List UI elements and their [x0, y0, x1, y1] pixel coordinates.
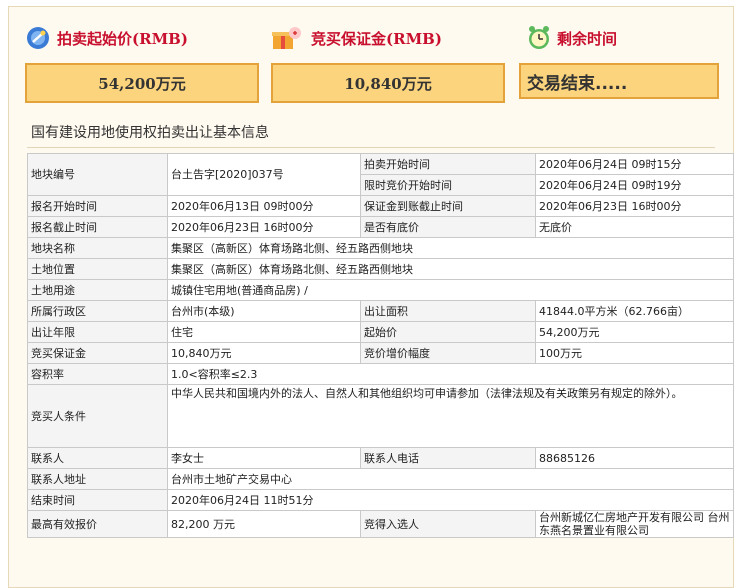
remaining-time-header: 剩余时间 [527, 25, 617, 51]
deposit-table-label: 竞买保证金 [27, 342, 168, 364]
deposit-deadline-value: 2020年06月23日 16时00分 [535, 195, 734, 217]
auction-start-label: 拍卖开始时间 [360, 153, 536, 175]
table-row: 所属行政区 台州市(本级) 出让面积 41844.0平方米（62.766亩） [27, 300, 734, 322]
table-row: 报名截止时间 2020年06月23日 16时00分 是否有底价 无底价 [27, 216, 734, 238]
reg-start-label: 报名开始时间 [27, 195, 168, 217]
term-label: 出让年限 [27, 321, 168, 343]
reg-end-value: 2020年06月23日 16时00分 [167, 216, 361, 238]
winner-label: 竞得入选人 [360, 510, 536, 538]
table-row: 联系人地址 台州市土地矿产交易中心 [27, 468, 734, 490]
reserve-value: 无底价 [535, 216, 734, 238]
reg-start-value: 2020年06月13日 09时00分 [167, 195, 361, 217]
table-row: 结束时间 2020年06月24日 11时51分 [27, 489, 734, 511]
usage-value: 城镇住宅用地(普通商品房) / [167, 279, 734, 301]
deposit-header: 竞买保证金(RMB) [271, 25, 442, 51]
table-row: 联系人 李女士 联系人电话 88685126 [27, 447, 734, 469]
far-label: 容积率 [27, 363, 168, 385]
address-value: 台州市土地矿产交易中心 [167, 468, 734, 490]
remaining-label: 剩余时间 [557, 29, 618, 48]
location-label: 土地位置 [27, 258, 168, 280]
end-time-label: 结束时间 [27, 489, 168, 511]
term-value: 住宅 [167, 321, 361, 343]
table-row: 竞买人条件 中华人民共和国境内外的法人、自然人和其他组织均可申请参加（法律法规及… [27, 384, 734, 448]
area-label: 出让面积 [360, 300, 536, 322]
table-row: 最高有效报价 82,200 万元 竞得入选人 台州新城亿仁房地产开发有限公司 台… [27, 510, 734, 538]
reg-end-label: 报名截止时间 [27, 216, 168, 238]
table-row: 竞买保证金 10,840万元 竞价增价幅度 100万元 [27, 342, 734, 364]
district-value: 台州市(本级) [167, 300, 361, 322]
plot-no-label: 地块编号 [27, 153, 168, 196]
start-price-table-label: 起始价 [360, 321, 536, 343]
deposit-label: 竞买保证金(RMB) [311, 29, 442, 48]
location-value: 集聚区（高新区）体育场路北侧、经五路西侧地块 [167, 258, 734, 280]
start-price-header: 拍卖起始价(RMB) [25, 25, 188, 51]
far-value: 1.0<容积率≤2.3 [167, 363, 734, 385]
table-row: 容积率 1.0<容积率≤2.3 [27, 363, 734, 385]
bid-start-label: 限时竞价开始时间 [360, 174, 536, 196]
reserve-label: 是否有底价 [360, 216, 536, 238]
table-row: 报名开始时间 2020年06月13日 09时00分 保证金到账截止时间 2020… [27, 195, 734, 217]
auction-start-value: 2020年06月24日 09时15分 [535, 153, 734, 175]
table-row: 土地位置 集聚区（高新区）体育场路北侧、经五路西侧地块 [27, 258, 734, 280]
bidder-label: 竞买人条件 [27, 384, 168, 448]
phone-value: 88685126 [535, 447, 734, 469]
remaining-time-value: 交易结束..... [519, 63, 719, 99]
bidder-value: 中华人民共和国境内外的法人、自然人和其他组织均可申请参加（法律法规及有关政策另有… [167, 384, 734, 448]
plot-no-value: 台土告字[2020]037号 [167, 153, 361, 196]
alarm-clock-icon [527, 25, 551, 51]
auction-panel: 拍卖起始价(RMB) 竞买保证金(RMB) 剩余时间 54,200万元 10,8… [8, 6, 734, 588]
deposit-deadline-label: 保证金到账截止时间 [360, 195, 536, 217]
plot-name-value: 集聚区（高新区）体育场路北侧、经五路西侧地块 [167, 237, 734, 259]
usage-label: 土地用途 [27, 279, 168, 301]
phone-label: 联系人电话 [360, 447, 536, 469]
plot-name-label: 地块名称 [27, 237, 168, 259]
table-row: 地块名称 集聚区（高新区）体育场路北侧、经五路西侧地块 [27, 237, 734, 259]
winner-value: 台州新城亿仁房地产开发有限公司 台州东燕名景置业有限公司 [535, 510, 734, 538]
contact-value: 李女士 [167, 447, 361, 469]
address-label: 联系人地址 [27, 468, 168, 490]
increment-label: 竞价增价幅度 [360, 342, 536, 364]
bid-start-value: 2020年06月24日 09时19分 [535, 174, 734, 196]
area-value: 41844.0平方米（62.766亩） [535, 300, 734, 322]
gift-box-icon [271, 25, 305, 51]
land-info-table: 地块编号 台土告字[2020]037号 拍卖开始时间 2020年06月24日 0… [27, 153, 734, 538]
start-price-label: 拍卖起始价(RMB) [57, 29, 188, 48]
table-row: 地块编号 台土告字[2020]037号 拍卖开始时间 2020年06月24日 0… [27, 153, 734, 196]
highest-bid-value: 82,200 万元 [167, 510, 361, 538]
district-label: 所属行政区 [27, 300, 168, 322]
deposit-table-value: 10,840万元 [167, 342, 361, 364]
start-price-table-value: 54,200万元 [535, 321, 734, 343]
end-time-value: 2020年06月24日 11时51分 [167, 489, 734, 511]
table-row: 出让年限 住宅 起始价 54,200万元 [27, 321, 734, 343]
section-title: 国有建设用地使用权拍卖出让基本信息 [31, 125, 269, 141]
divider [27, 147, 715, 148]
increment-value: 100万元 [535, 342, 734, 364]
price-tag-icon [25, 25, 51, 51]
table-row: 土地用途 城镇住宅用地(普通商品房) / [27, 279, 734, 301]
highest-bid-label: 最高有效报价 [27, 510, 168, 538]
start-price-value: 54,200万元 [25, 63, 259, 103]
deposit-value: 10,840万元 [271, 63, 505, 103]
contact-label: 联系人 [27, 447, 168, 469]
